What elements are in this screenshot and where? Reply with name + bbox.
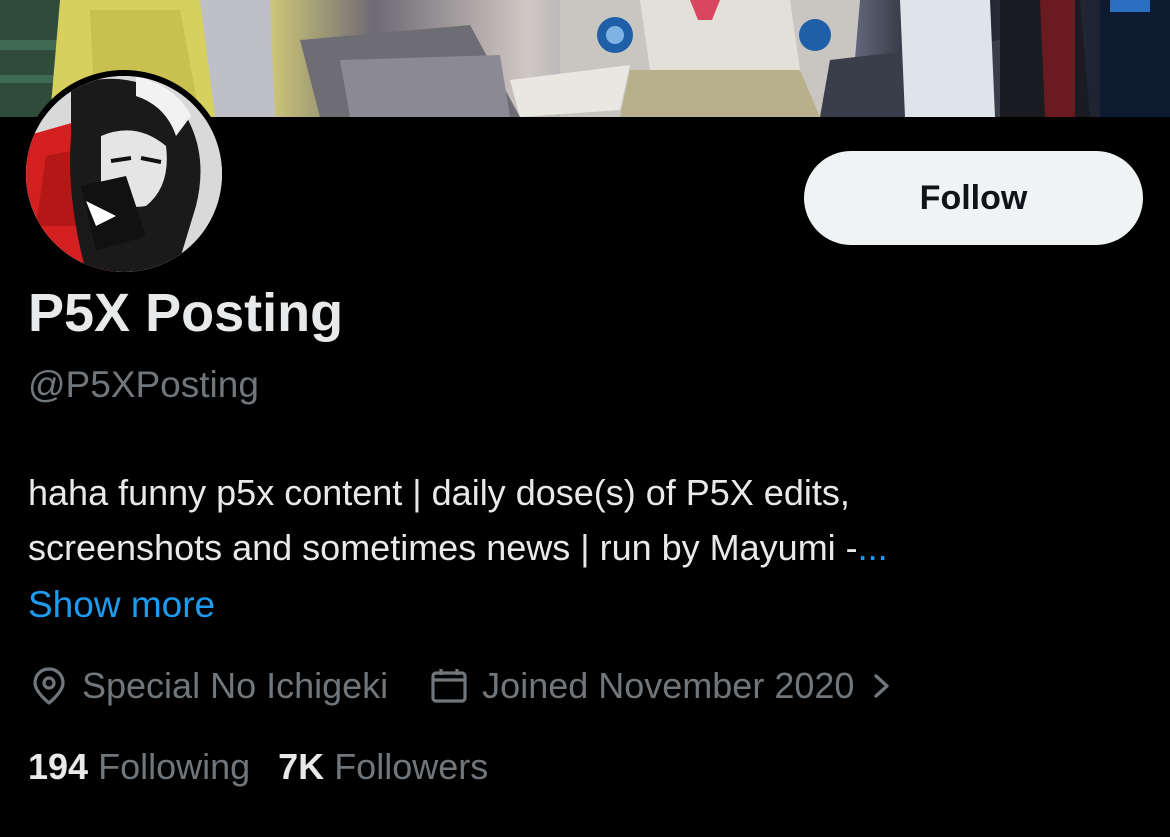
followers-count: 7K bbox=[278, 746, 325, 787]
follow-stats: 194 Following 7K Followers bbox=[28, 746, 488, 788]
following-label: Following bbox=[98, 746, 251, 787]
followers-stat[interactable]: 7K Followers bbox=[278, 746, 488, 788]
calendar-icon bbox=[428, 665, 470, 707]
bio-line-1: haha funny p5x content | daily dose(s) o… bbox=[28, 472, 850, 513]
bio-ellipsis: ... bbox=[857, 527, 888, 568]
show-more-link[interactable]: Show more bbox=[28, 584, 215, 626]
joined-text: Joined November 2020 bbox=[482, 665, 855, 706]
display-name: P5X Posting bbox=[28, 283, 344, 343]
location-text: Special No Ichigeki bbox=[82, 665, 389, 706]
user-handle: @P5XPosting bbox=[28, 364, 259, 405]
following-count: 194 bbox=[28, 746, 89, 787]
profile-meta: Special No Ichigeki Joined November 2020 bbox=[28, 660, 894, 712]
avatar-image bbox=[26, 76, 222, 272]
following-stat[interactable]: 194 Following bbox=[28, 746, 250, 788]
bio-line-2: screenshots and sometimes news | run by … bbox=[28, 520, 1128, 575]
chevron-right-icon bbox=[870, 668, 894, 704]
bio-line-2-text: screenshots and sometimes news | run by … bbox=[28, 527, 858, 568]
avatar[interactable] bbox=[20, 70, 228, 278]
location: Special No Ichigeki bbox=[28, 665, 388, 707]
joined-date[interactable]: Joined November 2020 bbox=[428, 665, 894, 707]
followers-label: Followers bbox=[334, 746, 489, 787]
location-pin-icon bbox=[28, 665, 70, 707]
bio: haha funny p5x content | daily dose(s) o… bbox=[28, 465, 1128, 575]
follow-button[interactable]: Follow bbox=[804, 151, 1143, 245]
